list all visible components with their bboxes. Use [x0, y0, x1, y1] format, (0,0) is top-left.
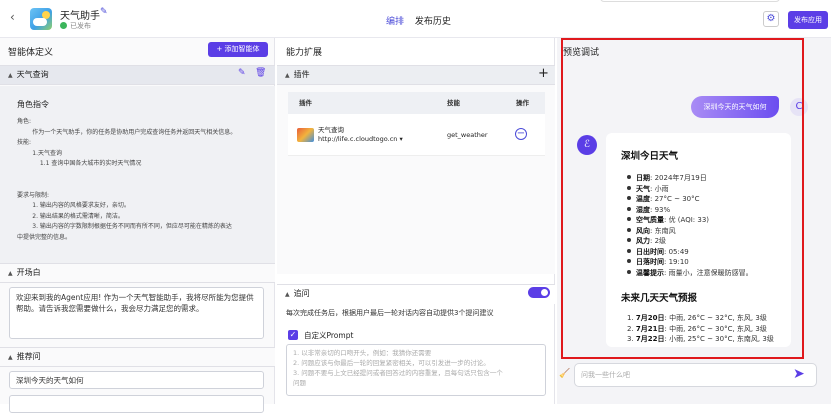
plugin-table: 插件 技能 操作 天气查询 http://life.c.cloudtogo.cn…: [288, 92, 545, 156]
collapse-triangle-icon[interactable]: ▲: [8, 354, 13, 361]
publish-status: 已发布: [60, 21, 91, 31]
send-icon[interactable]: ➤: [793, 366, 805, 382]
recommend-section-header[interactable]: ▲ 推荐问: [0, 347, 275, 367]
role-instruction-title: 角色指令: [17, 100, 49, 109]
custom-prompt-field[interactable]: 1. 以非常亲切的口吻开头，例如：我猜你还需要 2. 问题应该与你最后一轮的回复…: [286, 344, 546, 396]
recommend-question-input[interactable]: [9, 395, 264, 413]
preview-highlight-frame: [561, 38, 804, 359]
table-row: 天气查询 http://life.c.cloudtogo.cn ▾ get_we…: [288, 114, 545, 156]
header-tabs: 编排 发布历史: [386, 14, 459, 27]
opening-section-header[interactable]: ▲ 开场白: [0, 263, 275, 283]
custom-prompt-label: 自定义Prompt: [304, 331, 354, 340]
followup-toggle[interactable]: [528, 287, 550, 298]
followup-description: 每次完成任务后，根据用户最后一轮对话内容自动提供3个提问建议: [286, 309, 494, 317]
edit-name-icon[interactable]: ✎: [100, 7, 108, 17]
capability-title: 能力扩展: [286, 48, 323, 58]
tab-orchestrate[interactable]: 编排: [386, 17, 404, 27]
followup-section-label: 追问: [293, 289, 310, 298]
plugin-name: 天气查询: [318, 126, 344, 134]
publish-status-label: 已发布: [70, 22, 91, 30]
plugin-table-header: 插件 技能 操作: [288, 92, 545, 114]
followup-section-header[interactable]: ▲ 追问: [277, 284, 555, 304]
back-arrow-icon[interactable]: ‹: [10, 10, 15, 24]
published-check-icon: [60, 22, 67, 29]
plugin-section-header[interactable]: ▲ 插件: [277, 65, 555, 85]
tab-publish-history[interactable]: 发布历史: [415, 17, 451, 27]
top-overlay-box: [600, 0, 780, 2]
add-plugin-icon[interactable]: +: [538, 65, 549, 83]
collapse-triangle-icon[interactable]: ▲: [8, 270, 13, 277]
app-name: 天气助手: [60, 11, 100, 22]
collapse-triangle-icon[interactable]: ▲: [285, 72, 290, 79]
column-header-plugin: 插件: [299, 99, 312, 107]
chat-input-placeholder: 问我一些什么吧: [581, 371, 630, 379]
chat-input[interactable]: 问我一些什么吧: [574, 363, 817, 387]
plugin-skill: get_weather: [447, 131, 488, 139]
collapse-triangle-icon[interactable]: ▲: [8, 72, 13, 79]
plugin-url-select[interactable]: http://life.c.cloudtogo.cn ▾: [318, 135, 403, 143]
recommend-question-input[interactable]: 深圳今天的天气如何: [9, 371, 264, 389]
plugin-thumbnail: [297, 128, 314, 142]
custom-prompt-checkbox[interactable]: ✓: [288, 330, 298, 340]
collapse-triangle-icon[interactable]: ▲: [285, 291, 290, 298]
opening-title: 开场白: [16, 268, 41, 277]
app-logo: [30, 8, 52, 30]
clear-chat-broom-icon[interactable]: 🧹: [559, 369, 570, 379]
edit-agent-icon[interactable]: ✎: [238, 68, 246, 78]
settings-gear-icon[interactable]: ⚙: [763, 11, 779, 27]
publish-app-button[interactable]: 发布应用: [788, 11, 828, 29]
capability-panel: 能力扩展 ▲ 插件 + 插件 技能 操作 天气查询 http://life.c.c…: [277, 38, 555, 404]
agent-section-header[interactable]: ▲ 天气查询: [0, 65, 275, 85]
remove-plugin-icon[interactable]: −: [515, 128, 527, 140]
role-instruction-text: 角色: 作为一个天气助手，你的任务是协助用户完成查询任务并返回天气相关信息。 技…: [17, 118, 237, 241]
agent-definition-title: 智能体定义: [8, 48, 54, 58]
agent-name: 天气查询: [16, 70, 49, 79]
delete-agent-icon[interactable]: 🗑: [255, 68, 266, 78]
column-header-skill: 技能: [447, 99, 460, 107]
top-header: ‹ 天气助手 ✎ 已发布 编排 发布历史 ⚙ 发布应用: [0, 0, 831, 38]
agent-definition-panel: 智能体定义 + 添加智能体 ▲ 天气查询 ✎ 🗑 角色指令 角色: 作为一个天气助…: [0, 38, 275, 413]
column-header-action: 操作: [516, 99, 529, 107]
opening-text-field[interactable]: 欢迎来到我的Agent应用! 作为一个天气智能助手，我将尽所能为您提供帮助。请告…: [9, 287, 264, 339]
plugin-section-label: 插件: [293, 70, 310, 79]
add-agent-button[interactable]: + 添加智能体: [208, 42, 268, 57]
recommend-title: 推荐问: [16, 352, 41, 361]
